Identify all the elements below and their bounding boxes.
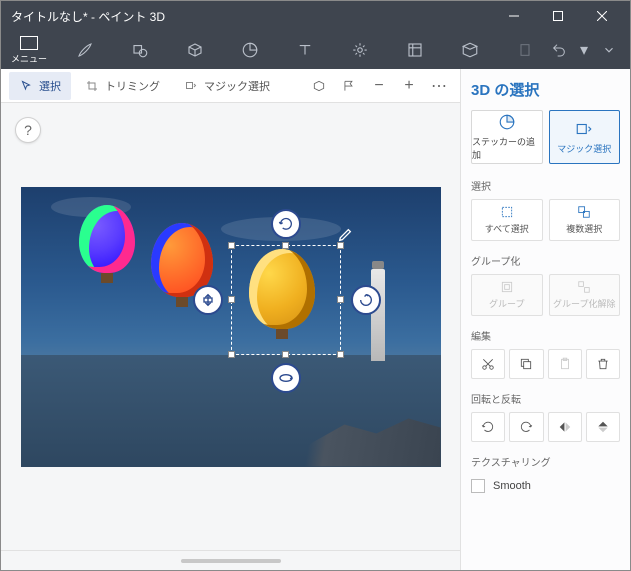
section-edit-label: 編集 — [471, 328, 620, 343]
select-all-button[interactable]: すべて選択 — [471, 199, 543, 241]
magic-icon — [184, 79, 198, 93]
section-select-label: 選択 — [471, 178, 620, 193]
magic-select-button[interactable]: マジック選択 — [549, 110, 621, 164]
magic-label: マジック選択 — [204, 78, 270, 94]
flip-v-icon — [596, 420, 610, 434]
canvas-icon[interactable] — [398, 35, 432, 65]
rotate-left-icon — [481, 420, 495, 434]
stickers-icon[interactable] — [233, 35, 267, 65]
crop-icon — [85, 79, 99, 93]
smooth-checkbox[interactable] — [471, 479, 485, 493]
zoom-in-icon[interactable]: + — [396, 73, 422, 99]
crop-tool[interactable]: トリミング — [75, 72, 170, 100]
view-3d-icon[interactable] — [306, 73, 332, 99]
flip-vertical-button[interactable] — [586, 412, 620, 442]
maximize-button[interactable] — [536, 1, 580, 31]
undo-icon[interactable] — [542, 35, 576, 65]
magic-select-icon — [575, 120, 593, 138]
crop-label: トリミング — [105, 78, 160, 94]
magic-select-tool[interactable]: マジック選択 — [174, 72, 280, 100]
select-all-icon — [500, 205, 514, 219]
rotate-left-button[interactable] — [471, 412, 505, 442]
delete-button[interactable] — [586, 349, 620, 379]
section-texture-label: テクスチャリング — [471, 454, 620, 469]
group-icon — [500, 280, 514, 294]
more-icon[interactable]: ⋯ — [426, 73, 452, 99]
effects-icon[interactable] — [343, 35, 377, 65]
copy-icon — [519, 357, 533, 371]
rotate-right-handle[interactable] — [351, 285, 381, 315]
3d-library-icon[interactable] — [453, 35, 487, 65]
selection-box[interactable] — [231, 245, 341, 355]
3d-shapes-icon[interactable] — [178, 35, 212, 65]
sticker-add-button[interactable]: ステッカーの追加 — [471, 110, 543, 164]
rotate-bottom-handle[interactable] — [271, 363, 301, 393]
help-button[interactable]: ? — [15, 117, 41, 143]
menu-label: メニュー — [11, 52, 47, 65]
flip-horizontal-button[interactable] — [548, 412, 582, 442]
paste-icon — [558, 357, 572, 371]
select-label: 選択 — [39, 78, 61, 94]
zoom-out-icon[interactable]: − — [366, 73, 392, 99]
flip-h-icon — [558, 420, 572, 434]
copy-button[interactable] — [509, 349, 543, 379]
ungroup-button: グループ化解除 — [549, 274, 621, 316]
2d-shapes-icon[interactable] — [123, 35, 157, 65]
cut-icon — [481, 357, 495, 371]
depth-handle[interactable] — [193, 285, 223, 315]
status-bar — [1, 550, 460, 570]
section-group-label: グループ化 — [471, 253, 620, 268]
window-title: タイトルなし* - ペイント 3D — [11, 8, 492, 25]
multi-select-button[interactable]: 複数選択 — [549, 199, 621, 241]
cut-button[interactable] — [471, 349, 505, 379]
paste-button — [548, 349, 582, 379]
close-button[interactable] — [580, 1, 624, 31]
brushes-icon[interactable] — [68, 35, 102, 65]
panel-title: 3D の選択 — [471, 79, 620, 100]
sticker-icon — [498, 113, 516, 131]
paste-icon[interactable] — [508, 35, 542, 65]
ungroup-icon — [577, 280, 591, 294]
history-dropdown-icon[interactable]: ▾ — [576, 35, 592, 65]
menu-button[interactable]: メニュー — [5, 36, 53, 65]
section-rotate-label: 回転と反転 — [471, 391, 620, 406]
minimize-button[interactable] — [492, 1, 536, 31]
select-tool[interactable]: 選択 — [9, 72, 71, 100]
text-icon[interactable] — [288, 35, 322, 65]
flag-icon[interactable] — [336, 73, 362, 99]
rotate-top-handle[interactable] — [271, 209, 301, 239]
smooth-label: Smooth — [493, 480, 531, 492]
canvas[interactable] — [21, 187, 441, 467]
rotate-right-icon — [519, 420, 533, 434]
expand-icon[interactable] — [592, 35, 626, 65]
multi-select-icon — [577, 205, 591, 219]
trash-icon — [596, 357, 610, 371]
cursor-icon — [19, 79, 33, 93]
rotate-right-button[interactable] — [509, 412, 543, 442]
group-button: グループ — [471, 274, 543, 316]
edit-handle-icon[interactable] — [337, 227, 353, 243]
